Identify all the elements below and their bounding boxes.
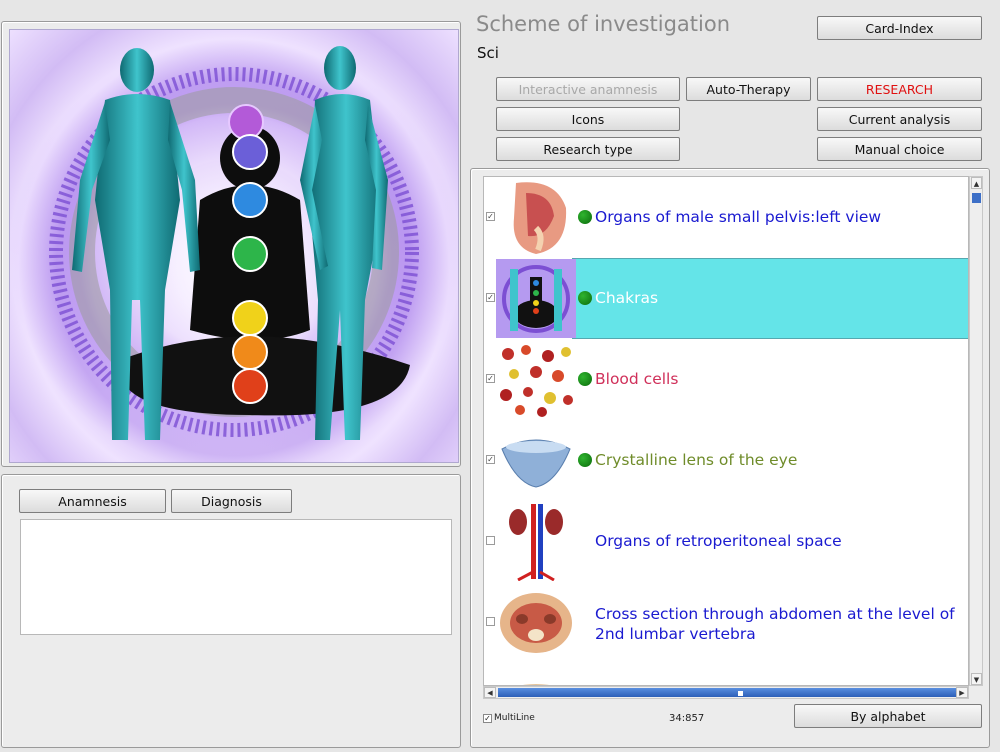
lens-thumbnail (496, 421, 576, 500)
anamnesis-tab[interactable]: Anamnesis (19, 489, 166, 513)
next-thumbnail (496, 664, 576, 685)
item-counter: 34:857 (669, 713, 705, 724)
auto-therapy-button[interactable]: Auto-Therapy (686, 77, 811, 101)
interactive-anamnesis-button[interactable]: Interactive anamnesis (496, 77, 680, 101)
image-panel (1, 21, 461, 467)
list-item-label: Chakras (595, 289, 659, 307)
checkbox-empty-icon[interactable] (486, 536, 495, 545)
green-dot-icon (578, 291, 592, 305)
card-index-button[interactable]: Card-Index (817, 16, 982, 40)
scroll-up-icon[interactable]: ▲ (971, 177, 982, 189)
vertical-scrollbar[interactable]: ▲ ▼ (969, 176, 983, 686)
notes-panel: Anamnesis Diagnosis (1, 474, 461, 748)
checkbox-empty-icon[interactable] (486, 617, 495, 626)
check-icon[interactable]: ✓ (486, 293, 495, 302)
grip-icon (738, 691, 743, 696)
cross-section-thumbnail (496, 583, 576, 662)
list-item-label: Blood cells (595, 370, 679, 388)
check-icon[interactable]: ✓ (486, 374, 495, 383)
research-type-button[interactable]: Research type (496, 137, 680, 161)
research-list[interactable]: ✓ Organs of male small pelvis:left view … (483, 176, 969, 686)
retroperitoneal-thumbnail (496, 502, 576, 581)
green-dot-icon (578, 453, 592, 467)
chakra-illustration (9, 29, 459, 463)
horizontal-scrollbar[interactable]: ◀ ▶ (483, 686, 969, 699)
list-item[interactable]: Organs of retroperitoneal space (484, 501, 968, 582)
check-icon[interactable]: ✓ (483, 713, 492, 723)
manual-choice-button[interactable]: Manual choice (817, 137, 982, 161)
page-title: Scheme of investigation (476, 12, 730, 36)
list-item[interactable]: ✓ Organs of male small pelvis:left view (484, 177, 968, 258)
list-item-label: Organs of male small pelvis:left view (595, 208, 882, 226)
vertical-scroll-thumb[interactable] (972, 193, 981, 203)
by-alphabet-button[interactable]: By alphabet (794, 704, 982, 728)
research-list-panel: ✓ Organs of male small pelvis:left view … (470, 168, 990, 748)
notes-text-area[interactable] (20, 519, 452, 635)
blood-cells-thumbnail (496, 340, 576, 419)
list-item[interactable]: Cross section through abdomen at the lev… (484, 582, 968, 663)
current-analysis-button[interactable]: Current analysis (817, 107, 982, 131)
list-item[interactable]: ✓ Crystalline lens of the eye (484, 420, 968, 501)
horizontal-scroll-thumb[interactable] (498, 688, 956, 697)
page-subtitle: Sci (477, 44, 499, 62)
chakra-artwork (10, 30, 458, 462)
green-dot-icon (578, 372, 592, 386)
scroll-right-icon[interactable]: ▶ (956, 687, 968, 698)
multiline-toggle[interactable]: ✓ MultiLine (483, 713, 535, 723)
diagnosis-tab[interactable]: Diagnosis (171, 489, 292, 513)
list-item-label: Crystalline lens of the eye (595, 451, 798, 469)
list-item-partial[interactable] (484, 663, 968, 685)
multiline-label: MultiLine (494, 713, 535, 723)
list-item-label: Organs of retroperitoneal space (595, 532, 842, 550)
list-item-label: Cross section through abdomen at the lev… (595, 605, 955, 643)
scroll-down-icon[interactable]: ▼ (971, 673, 982, 685)
list-item-selected[interactable]: ✓ Chakras (484, 258, 968, 339)
scroll-left-icon[interactable]: ◀ (484, 687, 496, 698)
research-button[interactable]: RESEARCH (817, 77, 982, 101)
icons-button[interactable]: Icons (496, 107, 680, 131)
chakras-thumbnail (496, 259, 576, 338)
check-icon[interactable]: ✓ (486, 212, 495, 221)
check-icon[interactable]: ✓ (486, 455, 495, 464)
pelvis-thumbnail (496, 178, 576, 257)
green-dot-icon (578, 210, 592, 224)
list-item[interactable]: ✓ Blood cells (484, 339, 968, 420)
